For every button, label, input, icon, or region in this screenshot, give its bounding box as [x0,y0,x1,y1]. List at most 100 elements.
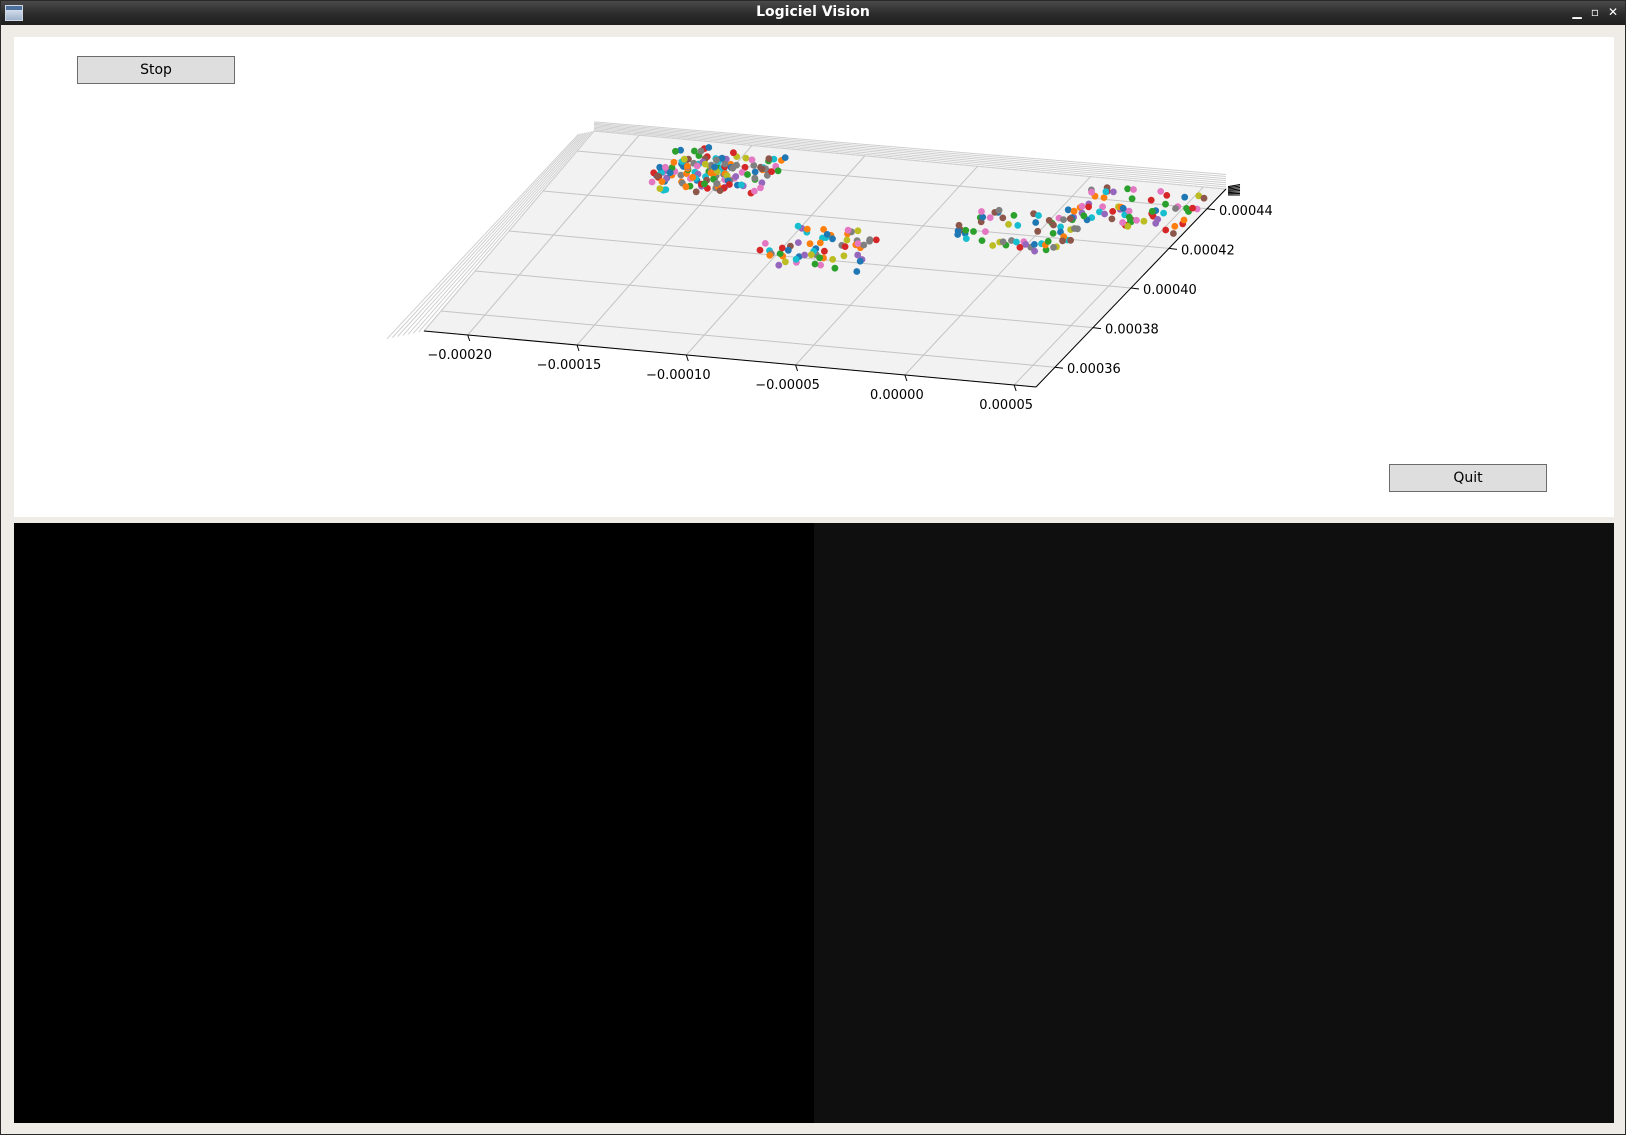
scatter-point [1064,206,1072,214]
close-icon[interactable]: ✕ [1605,4,1621,20]
scatter-point [1160,209,1167,217]
scatter-point [707,169,715,177]
scatter-point [680,155,688,163]
scatter-point [1124,185,1131,193]
scatter-point [989,242,997,249]
scatter-point [816,239,824,247]
minimize-icon[interactable]: ▁ [1569,4,1585,20]
scatter-point [854,240,862,248]
scatter-point [1140,217,1148,225]
scatter-point [1034,227,1042,235]
title-bar[interactable]: Logiciel Vision ▁ ▫ ✕ [1,1,1625,25]
scatter-point [784,246,792,254]
scatter-point [1010,212,1018,219]
scatter-point [1170,230,1177,237]
scatter-point [970,228,977,235]
scatter-point [978,237,986,245]
quit-button[interactable]: Quit [1389,464,1547,492]
scatter-point [775,261,783,269]
scatter-point [979,213,987,221]
x-tick-label: −0.00005 [755,378,820,393]
scatter-point [778,244,786,252]
scatter-point [693,162,701,170]
scatter-point [701,160,709,168]
y-tick-mark [1054,366,1064,369]
scatter-point [1183,205,1190,212]
scatter-point [1125,207,1133,215]
scatter-point [841,243,849,251]
x-tick-label: 0.00005 [979,398,1033,413]
scatter-point [751,168,759,176]
scatter-point [730,149,737,157]
scatter-point [1181,193,1189,201]
camera-feed-left [14,523,814,1123]
scatter-point [840,252,848,260]
app-window: Logiciel Vision ▁ ▫ ✕ −0.00020 −0.00015 −0… [0,0,1626,1135]
scatter-point [831,264,839,272]
x-tick-mark [904,374,908,382]
scatter-point [955,221,963,229]
scatter-point [843,236,851,244]
scatter-point [811,260,819,268]
scatter-point [844,226,852,234]
scatter-point [792,255,800,263]
scatter-point [768,168,775,176]
scatter-point [866,237,873,245]
scatter-point [1189,204,1196,212]
scatter-point [766,252,774,259]
scatter-point [1078,202,1086,210]
scatter-point [999,214,1007,222]
scatter-point [757,184,764,192]
scatter-point [962,235,970,243]
x-tick-mark [1013,384,1017,392]
scatter-point [666,169,674,177]
scatter-point [732,173,740,180]
scatter-point [1147,196,1155,204]
scatter-point [711,163,718,171]
scatter-point [748,156,756,164]
scatter-point [1108,215,1116,223]
scatter-point [1049,230,1057,237]
scatter-point [713,180,721,187]
x-tick-mark [685,354,689,362]
scatter-point [1130,186,1137,193]
scatter-point [1128,195,1136,203]
scatter-point [726,181,733,188]
maximize-icon[interactable]: ▫ [1587,4,1603,20]
scatter-point [1180,216,1188,224]
scatter-point [1044,237,1052,245]
x-tick-label: −0.00010 [646,368,711,383]
scatter-point [807,251,815,259]
scatter-point [1125,213,1133,221]
scatter-point [1066,215,1074,223]
scatter-point [782,258,789,266]
scatter-point [682,183,690,191]
scatter-point [701,180,708,188]
scatter-point [1119,204,1127,212]
scatter-point [1172,205,1179,212]
scatter-point [774,167,782,175]
scatter-point [697,147,705,155]
scatter-point [744,171,751,178]
scatter-point [756,246,764,254]
scatter-point [1088,188,1095,196]
stop-button[interactable]: Stop [77,56,235,84]
scatter-point [656,185,664,193]
scatter-point [716,187,724,195]
scatter-point [829,235,836,243]
y-tick-mark [1206,208,1216,211]
y-tick-label: 0.00036 [1067,362,1121,377]
scatter-point [1060,216,1067,224]
x-tick-mark [467,334,471,342]
scatter-point [758,165,766,173]
scatter-point [1080,212,1088,220]
x-tick-label: −0.00020 [427,348,492,363]
x-tick-label: −0.00015 [537,358,602,373]
y-tick-mark [1168,247,1178,250]
scatter-point [662,163,669,171]
scatter-point [823,231,831,238]
plot-panel: −0.00020 −0.00015 −0.00010 −0.00005 0.00000 0… [14,37,1614,517]
scatter-point [1050,221,1057,229]
scatter-point [794,239,802,247]
scatter-point [829,256,837,263]
